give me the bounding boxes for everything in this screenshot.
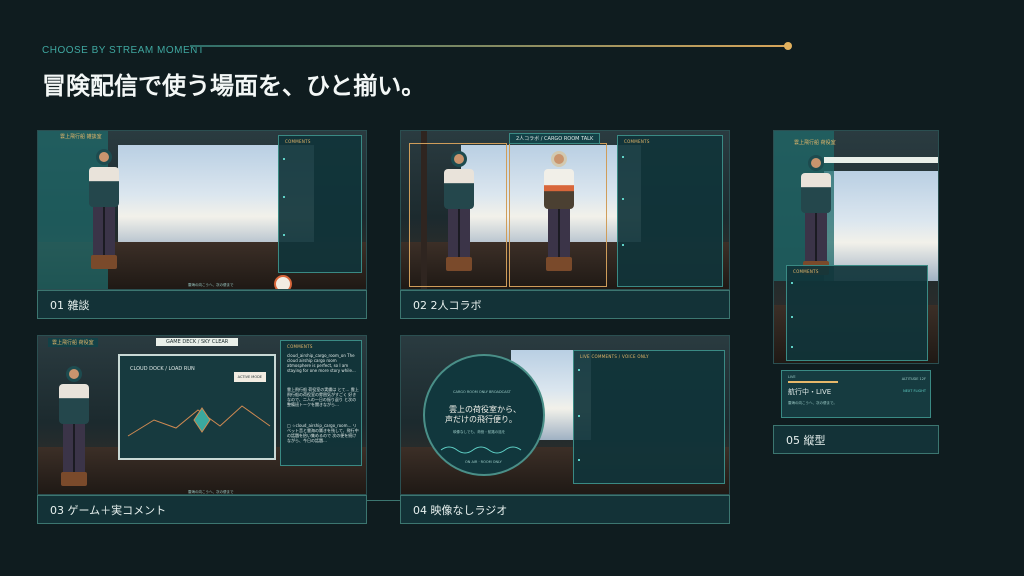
terrain-line	[127, 405, 271, 437]
status-progress	[788, 381, 838, 383]
comment-item: 雲上飛行船 荷役室の実績は とて… 雲上飛行船の荷役室の雰囲気がすごく 好きなの…	[287, 387, 359, 407]
radio-footer: ON AIR · ROOM ONLY	[465, 460, 502, 464]
game-frame: CLOUD DOCK / LOAD RUN ACTIVE MODE	[118, 354, 276, 460]
status-sub: 雲海の向こうへ、次の便まで。	[788, 401, 837, 405]
scene-label: 04 映像なしラジオ	[400, 495, 730, 524]
scene-card-collab[interactable]: 2人コラボ / CARGO ROOM TALK COMMENTS 02 2人コラ…	[400, 130, 730, 322]
radio-line2: 声だけの飛行便り。	[445, 415, 517, 424]
scene-thumbnail: 雲上飛行船 荷役室 COMMENTS	[773, 130, 939, 364]
comments-panel: LIVE COMMENTS / VOICE ONLY	[573, 350, 725, 484]
action-button[interactable]: ACTIVE MODE	[233, 372, 266, 382]
comment-item: cloud_airship_cargo_room_on The cloud ai…	[287, 353, 356, 373]
comments-panel: COMMENTS	[786, 265, 928, 361]
scene-label: 03 ゲーム＋実コメント	[37, 495, 367, 524]
scene-thumbnail: 2人コラボ / CARGO ROOM TALK COMMENTS	[400, 130, 730, 290]
scene-label: 02 2人コラボ	[400, 290, 730, 319]
status-small: LIVE	[788, 375, 796, 379]
scene-thumbnail: CARGO ROOM ONLY BROADCAST 雲上の荷役室から、 声だけの…	[400, 335, 730, 495]
header-rule-dot	[784, 42, 792, 50]
comments-panel: COMMENTS cloud_airship_cargo_room_on The…	[280, 340, 362, 466]
game-deck-title: GAME DECK / SKY CLEAR	[156, 338, 239, 346]
scene-card-game[interactable]: 雲上飛行船 荷役室 GAME DECK / SKY CLEAR CLOUD DO…	[37, 335, 367, 527]
connector-line	[367, 500, 401, 501]
altitude-readout: ALTITUDE 12F	[901, 377, 926, 381]
scene-card-chat[interactable]: 雲上飛行船 雑談室 COMMENTS 雲海の向こうへ、次の便まで 01 雑談	[37, 130, 367, 322]
page-title: 冒険配信で使う場面を、ひと揃い。	[42, 72, 426, 100]
status-panel: LIVE 航行中・LIVE 雲海の向こうへ、次の便まで。 ALTITUDE 12…	[781, 370, 931, 418]
next-flight: NEXT FLIGHT	[903, 389, 926, 393]
scene-label: 01 雑談	[37, 290, 367, 319]
overlay-title: 雲上飛行船 雑談室	[60, 134, 102, 140]
scene-label: 05 縦型	[773, 425, 939, 454]
radio-disc: CARGO ROOM ONLY BROADCAST 雲上の荷役室から、 声だけの…	[423, 354, 545, 476]
scene-card-vertical[interactable]: 雲上飛行船 荷役室 COMMENTS LIVE 航行中・LIVE 雲海の向こうへ…	[773, 130, 939, 468]
status-text: 航行中・LIVE	[788, 388, 832, 396]
scene-thumbnail: 雲上飛行船 荷役室 GAME DECK / SKY CLEAR CLOUD DO…	[37, 335, 367, 495]
overlay-title: 2人コラボ / CARGO ROOM TALK	[509, 133, 601, 144]
chat-bubble-icon	[274, 275, 292, 289]
caption-text: 雲海の向こうへ、次の便まで	[188, 283, 234, 287]
scene-thumbnail: 雲上飛行船 雑談室 COMMENTS 雲海の向こうへ、次の便まで	[37, 130, 367, 290]
comment-item: □ ☆cloud_airship_cargo_room… リベット音と雲海の響き…	[287, 423, 359, 443]
overlay-title: 雲上飛行船 荷役室	[794, 140, 836, 146]
header-rule	[190, 45, 788, 47]
scene-card-radio[interactable]: CARGO ROOM ONLY BROADCAST 雲上の荷役室から、 声だけの…	[400, 335, 730, 527]
radio-small: CARGO ROOM ONLY BROADCAST	[453, 390, 511, 394]
waveform-icon	[440, 446, 522, 454]
eyebrow-label: CHOOSE BY STREAM MOMENT	[42, 45, 205, 56]
overlay-title: 雲上飛行船 荷役室	[48, 338, 98, 347]
comments-panel: COMMENTS	[617, 135, 723, 287]
chart-title: CLOUD DOCK / LOAD RUN	[130, 366, 195, 372]
radio-sub: 映像なしでも、荷役・航路の話を	[453, 430, 506, 434]
comments-panel: COMMENTS	[278, 135, 362, 273]
